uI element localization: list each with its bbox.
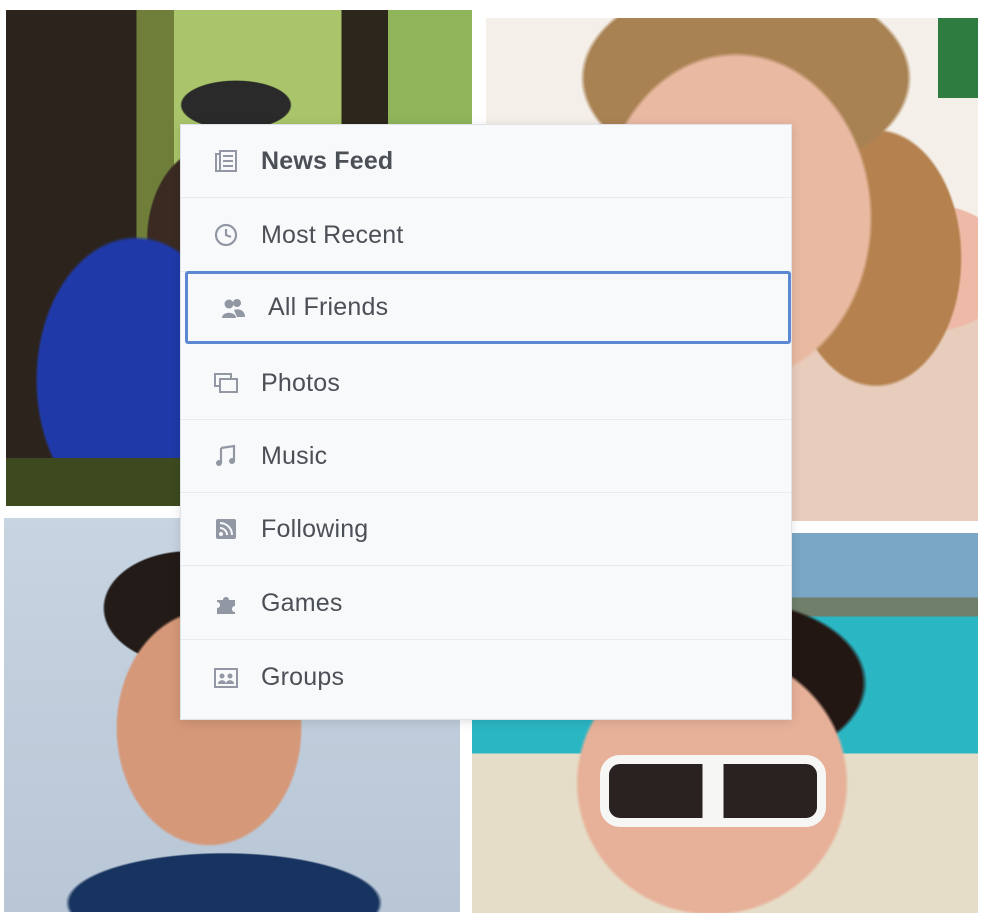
menu-item-label: Most Recent [261, 220, 404, 249]
news-feed-menu: News Feed Most Recent All Friends Photos… [180, 124, 792, 720]
photos-icon [211, 368, 241, 398]
news-feed-icon [211, 146, 241, 176]
menu-item-label: Music [261, 441, 328, 470]
menu-item-label: Following [261, 514, 369, 543]
menu-item-photos[interactable]: Photos [181, 347, 791, 420]
menu-item-most-recent[interactable]: Most Recent [181, 199, 791, 272]
menu-item-music[interactable]: Music [181, 420, 791, 493]
rss-feed-icon [211, 514, 241, 544]
menu-item-news-feed[interactable]: News Feed [181, 125, 791, 198]
clock-icon [211, 220, 241, 250]
puzzle-piece-icon [211, 588, 241, 618]
menu-item-label: All Friends [268, 293, 389, 321]
groups-icon [211, 663, 241, 693]
menu-item-label: Photos [261, 368, 341, 397]
music-note-icon [211, 441, 241, 471]
menu-item-games[interactable]: Games [181, 567, 791, 640]
menu-item-label: News Feed [261, 146, 394, 175]
menu-item-following[interactable]: Following [181, 493, 791, 566]
menu-item-label: Games [261, 588, 343, 617]
menu-item-groups[interactable]: Groups [181, 641, 791, 714]
menu-item-label: Groups [261, 663, 345, 691]
friends-icon [218, 293, 248, 323]
menu-item-all-friends[interactable]: All Friends [185, 271, 791, 344]
